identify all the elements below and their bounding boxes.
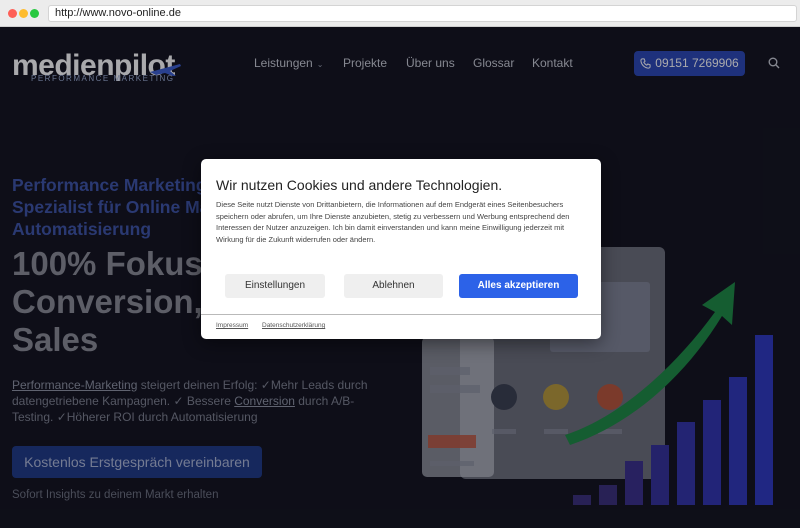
privacy-policy-link[interactable]: Datenschutzerklärung (262, 322, 325, 329)
cookie-description: Diese Seite nutzt Dienste von Drittanbie… (216, 200, 570, 244)
cookie-decline-button[interactable]: Ablehnen (344, 274, 443, 298)
window-close-button[interactable] (8, 9, 17, 18)
browser-toolbar: http://www.novo-online.de (0, 0, 800, 27)
impressum-link[interactable]: Impressum (216, 322, 248, 329)
window-maximize-button[interactable] (30, 9, 39, 18)
cookie-title: Wir nutzen Cookies und andere Technologi… (216, 177, 503, 193)
cookie-footer: Impressum Datenschutzerklärung (201, 314, 601, 339)
cookie-accept-all-button[interactable]: Alles akzeptieren (459, 274, 578, 298)
window-minimize-button[interactable] (19, 9, 28, 18)
cookie-consent-dialog: Wir nutzen Cookies und andere Technologi… (201, 159, 601, 339)
cookie-settings-button[interactable]: Einstellungen (225, 274, 325, 298)
address-bar[interactable]: http://www.novo-online.de (48, 5, 797, 22)
